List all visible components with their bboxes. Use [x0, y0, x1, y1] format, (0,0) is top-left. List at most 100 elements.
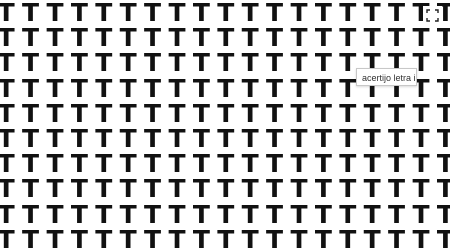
grid-letter: T	[70, 224, 88, 252]
grid-letter: T	[241, 124, 259, 153]
grid-letter: T	[388, 98, 406, 128]
grid-letter: T	[388, 149, 406, 179]
grid-letter: T	[0, 48, 15, 78]
grid-letter: T	[70, 174, 88, 204]
grid-letter: T	[22, 199, 40, 229]
image-alt-label: acertijo letra i	[356, 68, 417, 86]
grid-letter: T	[266, 224, 284, 252]
grid-letter: T	[290, 48, 308, 78]
grid-letter: T	[119, 224, 137, 252]
grid-letter: T	[241, 224, 259, 252]
grid-letter: T	[217, 23, 235, 53]
grid-letter: T	[241, 73, 259, 103]
grid-letter: T	[95, 0, 113, 27]
grid-letter: T	[266, 48, 284, 78]
grid-letter: T	[95, 124, 113, 153]
grid-letter: T	[412, 199, 430, 229]
grid-letter: T	[0, 224, 15, 252]
grid-letter: T	[119, 199, 137, 229]
grid-letter: T	[217, 149, 235, 179]
grid-row: TTTTTTTTTTTTTTTTTTT	[0, 151, 450, 176]
grid-letter: T	[217, 48, 235, 78]
grid-letter: T	[119, 98, 137, 128]
grid-letter: T	[0, 174, 15, 204]
grid-letter: T	[290, 174, 308, 204]
grid-letter: T	[0, 199, 15, 229]
grid-letter: T	[363, 199, 381, 229]
grid-letter: T	[339, 174, 357, 204]
grid-letter: T	[217, 73, 235, 103]
grid-letter: T	[70, 23, 88, 53]
grid-letter: T	[363, 23, 381, 53]
grid-letter: T	[0, 98, 15, 128]
grid-letter: T	[217, 224, 235, 252]
grid-letter: T	[22, 73, 40, 103]
grid-letter: T	[314, 149, 332, 179]
grid-letter: T	[46, 48, 64, 78]
grid-letter: T	[46, 124, 64, 153]
grid-letter: T	[46, 23, 64, 53]
grid-letter: T	[314, 124, 332, 153]
grid-letter: T	[70, 73, 88, 103]
grid-letter: T	[192, 199, 210, 229]
grid-letter: T	[144, 124, 162, 153]
grid-letter: T	[22, 224, 40, 252]
grid-letter: T	[144, 0, 162, 27]
grid-letter: T	[192, 149, 210, 179]
grid-letter: T	[217, 0, 235, 27]
grid-letter: T	[168, 23, 186, 53]
grid-letter: T	[241, 23, 259, 53]
grid-letter: T	[339, 23, 357, 53]
grid-row: TTTTTTTTTTTTTTTTTTT	[0, 0, 450, 25]
grid-letter: T	[192, 124, 210, 153]
grid-letter: T	[22, 48, 40, 78]
expand-button[interactable]	[423, 6, 442, 25]
grid-letter: T	[339, 149, 357, 179]
grid-letter: T	[314, 0, 332, 27]
grid-letter: T	[119, 73, 137, 103]
grid-letter: T	[241, 199, 259, 229]
grid-letter: T	[46, 149, 64, 179]
grid-row: TTTTTTTTTTTTTTTTTTT	[0, 227, 450, 252]
grid-letter: T	[363, 98, 381, 128]
grid-letter: T	[436, 174, 450, 204]
grid-letter: T	[388, 174, 406, 204]
grid-letter: T	[388, 0, 406, 27]
grid-letter: T	[436, 23, 450, 53]
grid-letter: T	[95, 98, 113, 128]
grid-letter: T	[388, 199, 406, 229]
grid-letter: T	[339, 124, 357, 153]
grid-letter: T	[70, 124, 88, 153]
grid-letter: T	[314, 48, 332, 78]
grid-letter: T	[339, 224, 357, 252]
grid-letter: T	[314, 23, 332, 53]
grid-letter: T	[314, 199, 332, 229]
grid-letter: T	[363, 149, 381, 179]
grid-letter: T	[22, 98, 40, 128]
grid-letter: T	[290, 224, 308, 252]
grid-letter: T	[241, 149, 259, 179]
grid-letter: T	[266, 174, 284, 204]
grid-letter: T	[144, 98, 162, 128]
grid-letter: T	[290, 149, 308, 179]
grid-letter: T	[192, 48, 210, 78]
grid-letter: T	[119, 174, 137, 204]
grid-letter: T	[0, 73, 15, 103]
grid-letter: T	[266, 0, 284, 27]
grid-letter: T	[412, 224, 430, 252]
grid-letter: T	[70, 199, 88, 229]
grid-letter: T	[22, 124, 40, 153]
grid-letter: T	[168, 174, 186, 204]
grid-letter: T	[290, 199, 308, 229]
grid-letter: T	[363, 224, 381, 252]
grid-row: TTTTTTTTTTTTTTTTTTT	[0, 176, 450, 201]
grid-letter: T	[412, 149, 430, 179]
grid-letter: T	[22, 149, 40, 179]
letter-grid: TTTTTTTTTTTTTTTTTTTTTTTTTTTTTTTTTTTTTTTT…	[0, 0, 450, 252]
grid-letter: T	[0, 0, 15, 27]
grid-letter: T	[95, 73, 113, 103]
grid-letter: T	[388, 124, 406, 153]
grid-letter: T	[46, 0, 64, 27]
grid-letter: T	[95, 174, 113, 204]
grid-letter: T	[314, 98, 332, 128]
